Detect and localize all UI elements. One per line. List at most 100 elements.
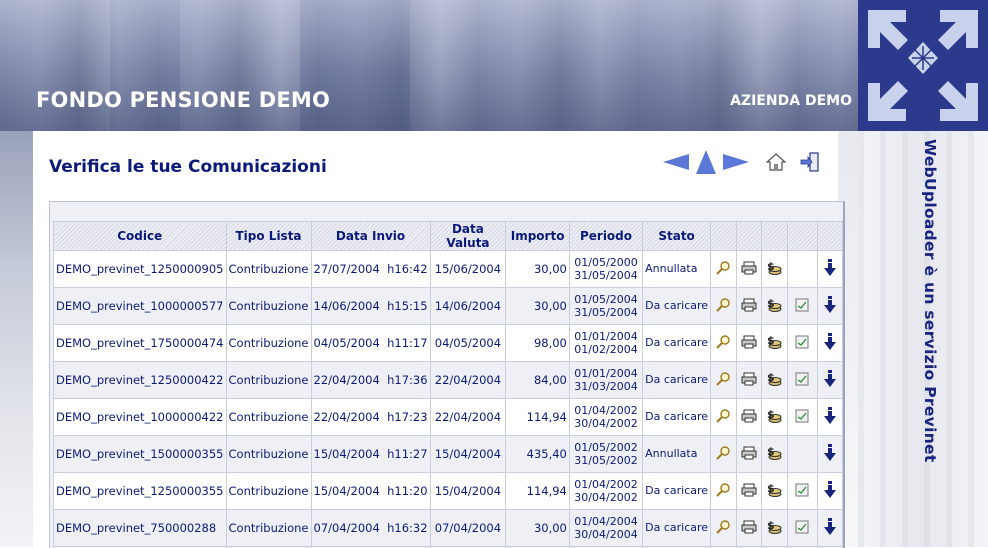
download-arrow-icon [823,332,836,350]
download-button[interactable] [816,509,844,547]
logo-graphic [858,0,988,131]
document-cell[interactable] [786,472,818,510]
data-invio-time: h17:36 [387,373,428,387]
arrow-left-icon[interactable] [663,153,689,175]
cost-button[interactable]: $ [761,398,788,436]
cell-periodo: 01/01/2004 31/03/2004 [568,361,644,399]
magnifier-icon [716,334,731,349]
cost-button[interactable]: $ [761,250,788,288]
print-button[interactable] [735,324,763,362]
print-button[interactable] [735,287,763,325]
cell-data-invio: 22/04/2004 h17:23 [310,398,431,436]
codice-value: DEMO_previnet_1750000474 [56,336,224,350]
document-cell[interactable] [786,398,818,436]
svg-text:$: $ [767,371,775,384]
cell-data-valuta: 04/05/2004 [429,324,507,362]
data-invio-time: h16:32 [387,521,428,535]
data-invio-time: h11:17 [387,336,428,350]
document-cell [786,435,818,473]
view-button[interactable] [710,472,737,510]
home-icon[interactable] [765,152,787,176]
periodo-from: 01/04/2002 [574,404,638,417]
data-invio-date: 07/04/2004 [313,521,380,535]
data-valuta-value: 14/06/2004 [434,299,502,313]
print-button[interactable] [735,472,763,510]
document-cell [786,250,818,288]
periodo-from: 01/05/2000 [574,256,638,269]
print-button[interactable] [735,250,763,288]
print-icon [741,409,757,422]
cell-periodo: 01/05/2002 31/05/2002 [568,435,644,473]
importo-value: 98,00 [533,336,567,350]
document-cell[interactable] [786,509,818,547]
view-button[interactable] [710,509,737,547]
download-arrow-icon [823,443,836,461]
column-header-tipo-lista: Tipo Lista [225,221,312,251]
money-icon: $ [767,260,782,275]
download-button[interactable] [816,398,844,436]
page-title: Verifica le tue Comunicazioni [49,157,327,177]
document-cell[interactable] [786,287,818,325]
stato-value: Da caricare [645,484,709,497]
download-button[interactable] [816,324,844,362]
download-button[interactable] [816,361,844,399]
importo-value: 30,00 [533,262,567,276]
print-button[interactable] [735,398,763,436]
periodo-from: 01/05/2002 [574,441,638,454]
document-icon [795,520,809,533]
money-icon: $ [767,482,782,497]
download-button[interactable] [816,472,844,510]
cell-data-invio: 27/07/2004 h16:42 [310,250,431,288]
stato-value: Da caricare [645,336,709,349]
print-icon [741,483,757,496]
magnifier-icon [716,371,731,386]
cell-codice: DEMO_previnet_1500000355 [53,435,227,473]
table-row: DEMO_previnet_750000288 Contribuzione 07/0… [53,509,844,547]
arrow-up-icon[interactable] [696,150,716,178]
tipo-lista-value: Contribuzione [228,484,309,498]
column-header-importo: Importo [505,221,570,251]
cost-button[interactable]: $ [761,287,788,325]
data-invio-time: h11:20 [387,484,428,498]
download-button[interactable] [816,250,844,288]
exit-icon[interactable] [799,151,821,177]
cost-button[interactable]: $ [761,509,788,547]
print-button[interactable] [735,509,763,547]
download-arrow-icon [823,369,836,387]
cost-button[interactable]: $ [761,472,788,510]
document-cell[interactable] [786,324,818,362]
print-icon [741,298,757,311]
document-cell[interactable] [786,361,818,399]
cell-codice: DEMO_previnet_1250000355 [53,472,227,510]
document-icon [795,483,809,496]
cost-button[interactable]: $ [761,435,788,473]
cell-data-valuta: 15/04/2004 [429,435,507,473]
importo-value: 30,00 [533,299,567,313]
cell-stato: Da caricare [642,509,712,547]
arrow-right-icon[interactable] [723,153,749,175]
company-name: AZIENDA DEMO [730,93,852,109]
cell-importo: 114,94 [505,472,570,510]
magnifier-icon [716,260,731,275]
cost-button[interactable]: $ [761,324,788,362]
magnifier-icon [716,408,731,423]
communications-panel: Codice Tipo Lista Data Invio Data Valuta… [49,201,845,548]
view-button[interactable] [710,287,737,325]
cell-codice: DEMO_previnet_1000000422 [53,398,227,436]
view-button[interactable] [710,324,737,362]
view-button[interactable] [710,398,737,436]
cell-data-valuta: 15/06/2004 [429,250,507,288]
money-icon: $ [767,519,782,534]
view-button[interactable] [710,435,737,473]
document-icon [795,335,809,348]
cost-button[interactable]: $ [761,361,788,399]
print-button[interactable] [735,361,763,399]
cell-importo: 435,40 [505,435,570,473]
download-button[interactable] [816,435,844,473]
view-button[interactable] [710,250,737,288]
print-button[interactable] [735,435,763,473]
download-button[interactable] [816,287,844,325]
periodo-from: 01/04/2004 [574,515,638,528]
view-button[interactable] [710,361,737,399]
importo-value: 114,94 [526,484,567,498]
